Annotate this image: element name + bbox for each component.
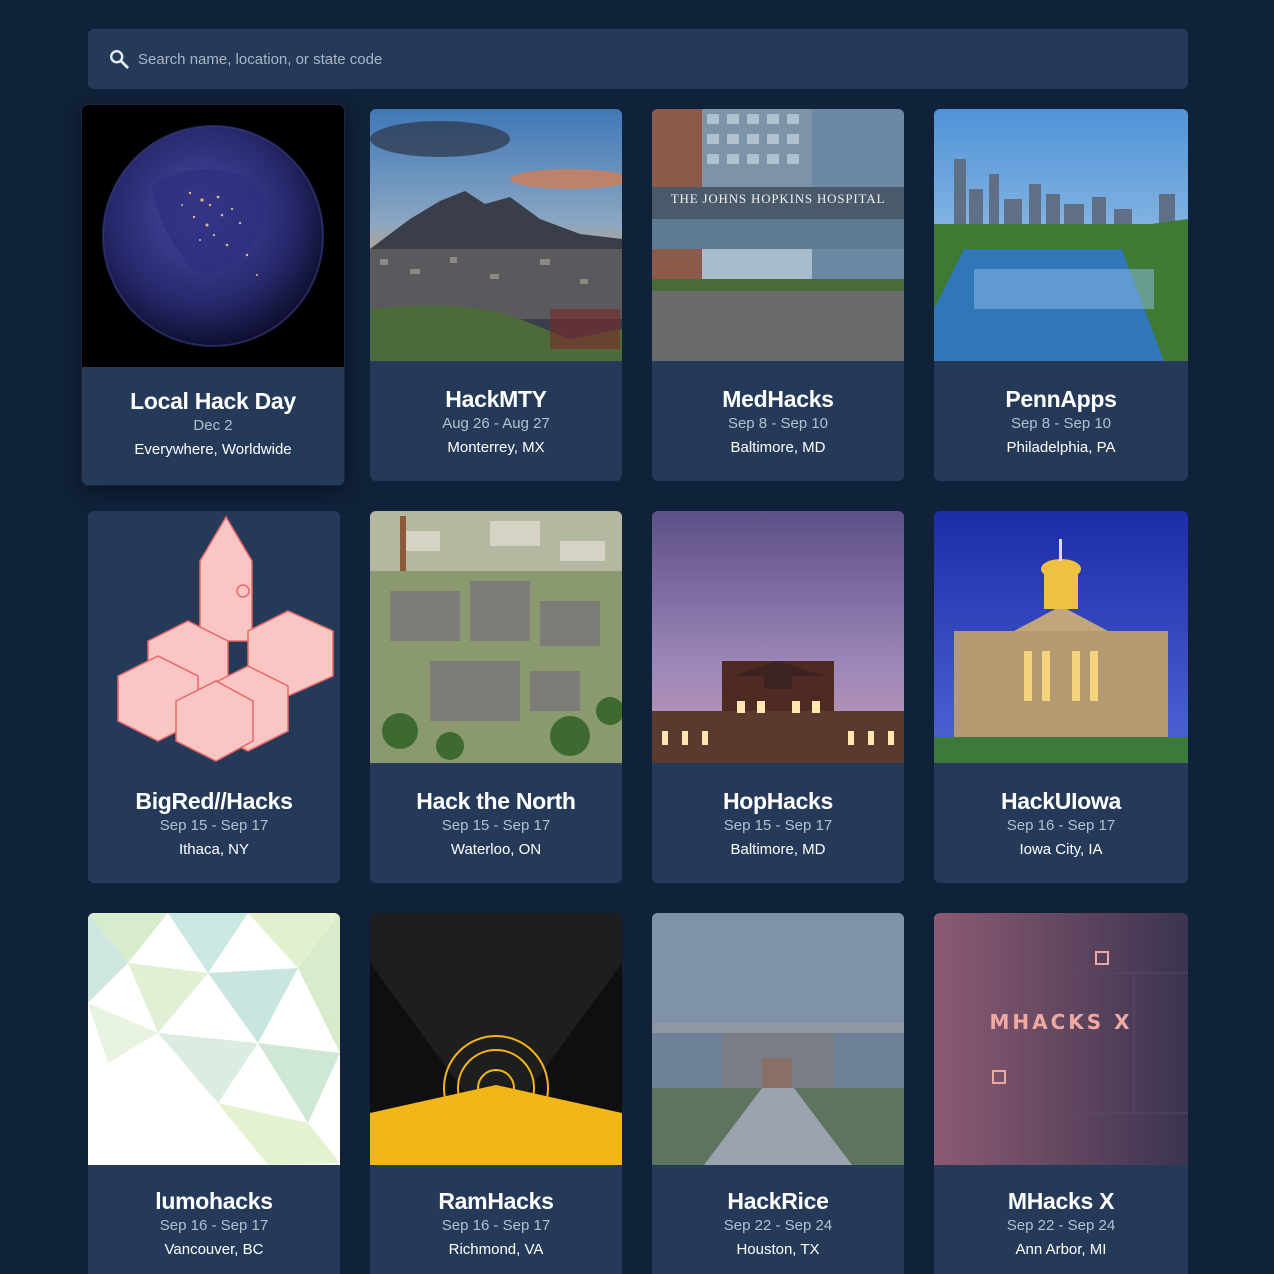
event-info: Hack the North Sep 15 - Sep 17 Waterloo,… — [370, 787, 622, 860]
event-location: Ann Arbor, MI — [1015, 1241, 1107, 1258]
aerial-campus-image — [370, 511, 622, 763]
event-card-bigred-hacks[interactable]: BigRed//Hacks Sep 15 - Sep 17 Ithaca, NY — [88, 511, 340, 883]
event-card-hackrice[interactable]: HackRice Sep 22 - Sep 24 Houston, TX — [652, 913, 904, 1274]
event-card-hackuiowa[interactable]: HackUIowa Sep 16 - Sep 17 Iowa City, IA — [934, 511, 1188, 883]
event-location: Everywhere, Worldwide — [134, 441, 292, 458]
event-card-hack-the-north[interactable]: Hack the North Sep 15 - Sep 17 Waterloo,… — [370, 511, 622, 883]
event-info: HackUIowa Sep 16 - Sep 17 Iowa City, IA — [934, 787, 1188, 860]
event-card-lumohacks[interactable]: lumohacks Sep 16 - Sep 17 Vancouver, BC — [88, 913, 340, 1274]
mhacks-logo-image — [934, 913, 1188, 1165]
event-location: Monterrey, MX — [447, 439, 545, 456]
event-location: Richmond, VA — [448, 1241, 544, 1258]
event-card-mhacks-x[interactable]: MHACKS X MHacks X Sep 22 - Sep 24 Ann Ar… — [934, 913, 1188, 1274]
isometric-clocktower-logo-image — [88, 511, 340, 763]
event-card-medhacks[interactable]: MedHacks Sep 8 - Sep 10 Baltimore, MD TH… — [652, 109, 904, 481]
event-card-hophacks[interactable]: HopHacks Sep 15 - Sep 17 Baltimore, MD — [652, 511, 904, 883]
event-name: HackMTY — [445, 386, 547, 412]
event-name: HackUIowa — [1000, 788, 1121, 814]
search-icon — [110, 50, 129, 69]
event-card-ramhacks[interactable]: RamHacks Sep 16 - Sep 17 Richmond, VA — [370, 913, 622, 1274]
event-location: Iowa City, IA — [1019, 841, 1103, 858]
event-date: Sep 15 - Sep 17 — [159, 817, 269, 834]
mhacks-logo-text: MHACKS X — [989, 1010, 1133, 1034]
event-info: Local Hack Day Dec 2 Everywhere, Worldwi… — [82, 387, 344, 460]
event-name: HopHacks — [722, 788, 834, 814]
gear-sunrise-logo-image — [370, 913, 622, 1165]
city-skyline-river-image — [934, 109, 1188, 361]
event-name: RamHacks — [438, 1188, 554, 1214]
event-name: BigRed//Hacks — [135, 788, 293, 814]
event-date: Sep 8 - Sep 10 — [1010, 415, 1112, 432]
capitol-building-night-image — [934, 511, 1188, 763]
event-name: MedHacks — [722, 386, 834, 412]
event-card-hackmty[interactable]: HackMTY Aug 26 - Aug 27 Monterrey, MX — [370, 109, 622, 481]
event-info: RamHacks Sep 16 - Sep 17 Richmond, VA — [370, 1187, 622, 1260]
pavilion-walkway-image — [652, 913, 904, 1165]
event-info: MHacks X Sep 22 - Sep 24 Ann Arbor, MI — [934, 1187, 1188, 1260]
event-date: Aug 26 - Aug 27 — [442, 415, 550, 432]
hospital-building-image — [652, 109, 904, 361]
event-date: Sep 15 - Sep 17 — [723, 817, 833, 834]
event-date: Sep 16 - Sep 17 — [1006, 817, 1116, 834]
event-card-local-hack-day[interactable]: Local Hack Day Dec 2 Everywhere, Worldwi… — [82, 105, 344, 485]
event-info: PennApps Sep 8 - Sep 10 Philadelphia, PA — [934, 385, 1188, 458]
event-location: Philadelphia, PA — [1006, 439, 1116, 456]
search-bar[interactable] — [88, 29, 1188, 89]
event-location: Waterloo, ON — [450, 841, 542, 858]
event-date: Sep 15 - Sep 17 — [441, 817, 551, 834]
event-info: MedHacks Sep 8 - Sep 10 Baltimore, MD — [652, 385, 904, 458]
event-name: Local Hack Day — [130, 388, 296, 414]
hospital-sign-text: THE JOHNS HOPKINS HOSPITAL — [670, 191, 886, 206]
brick-hall-dusk-image — [652, 511, 904, 763]
event-name: HackRice — [727, 1188, 829, 1214]
event-date: Dec 2 — [193, 417, 233, 434]
event-name: PennApps — [1005, 386, 1117, 412]
event-date: Sep 22 - Sep 24 — [723, 1217, 833, 1234]
event-card-pennapps[interactable]: PennApps Sep 8 - Sep 10 Philadelphia, PA — [934, 109, 1188, 481]
event-date: Sep 22 - Sep 24 — [1006, 1217, 1116, 1234]
event-location: Vancouver, BC — [164, 1241, 264, 1258]
mountain-city-sunset-image — [370, 109, 622, 361]
event-location: Houston, TX — [736, 1241, 820, 1258]
event-info: BigRed//Hacks Sep 15 - Sep 17 Ithaca, NY — [88, 787, 340, 860]
event-date: Sep 16 - Sep 17 — [441, 1217, 551, 1234]
low-poly-pattern-image — [88, 913, 340, 1165]
earth-at-night-image — [82, 105, 344, 367]
event-info: lumohacks Sep 16 - Sep 17 Vancouver, BC — [88, 1187, 340, 1260]
event-info: HopHacks Sep 15 - Sep 17 Baltimore, MD — [652, 787, 904, 860]
event-location: Ithaca, NY — [178, 841, 250, 858]
event-date: Sep 8 - Sep 10 — [727, 415, 829, 432]
event-info: HackMTY Aug 26 - Aug 27 Monterrey, MX — [370, 385, 622, 458]
event-name: lumohacks — [155, 1188, 273, 1214]
event-name: Hack the North — [416, 788, 576, 814]
search-input[interactable] — [138, 50, 1038, 68]
event-location: Baltimore, MD — [730, 841, 826, 858]
event-location: Baltimore, MD — [730, 439, 826, 456]
event-info: HackRice Sep 22 - Sep 24 Houston, TX — [652, 1187, 904, 1260]
event-name: MHacks X — [1007, 1188, 1115, 1214]
event-date: Sep 16 - Sep 17 — [159, 1217, 269, 1234]
